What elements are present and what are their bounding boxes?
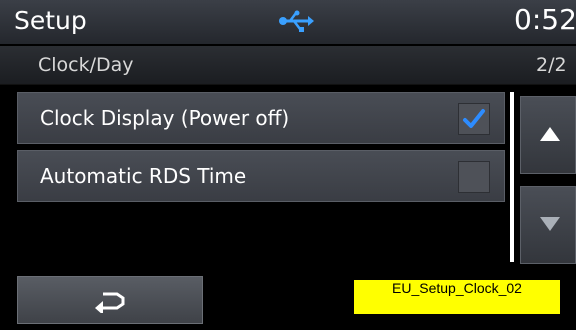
screen-title: Setup bbox=[14, 6, 87, 35]
section-title: Clock/Day bbox=[38, 54, 134, 76]
checkbox-checked[interactable] bbox=[458, 103, 490, 135]
scrollbar[interactable] bbox=[510, 92, 514, 262]
scroll-up-button[interactable] bbox=[520, 96, 576, 174]
usb-icon bbox=[279, 10, 314, 32]
scroll-down-button[interactable] bbox=[520, 186, 576, 264]
list-item-label: Automatic RDS Time bbox=[40, 164, 247, 188]
page-indicator: 2/2 bbox=[536, 54, 567, 76]
list-item-clock-display[interactable]: Clock Display (Power off) bbox=[17, 92, 505, 144]
list-item-automatic-rds-time[interactable]: Automatic RDS Time bbox=[17, 150, 505, 202]
clock-time: 0:52 bbox=[514, 3, 576, 36]
up-triangle-icon bbox=[540, 127, 560, 141]
back-button[interactable] bbox=[17, 276, 203, 324]
screen-id-caption: EU_Setup_Clock_02 bbox=[354, 280, 560, 314]
down-triangle-icon bbox=[540, 217, 560, 231]
status-bar: Setup 0:52 bbox=[0, 0, 576, 44]
checkmark-icon bbox=[463, 109, 485, 128]
section-header: Clock/Day 2/2 bbox=[0, 46, 576, 85]
checkbox-unchecked[interactable] bbox=[458, 161, 490, 193]
list-item-label: Clock Display (Power off) bbox=[40, 106, 290, 130]
return-arrow-icon bbox=[95, 292, 125, 313]
